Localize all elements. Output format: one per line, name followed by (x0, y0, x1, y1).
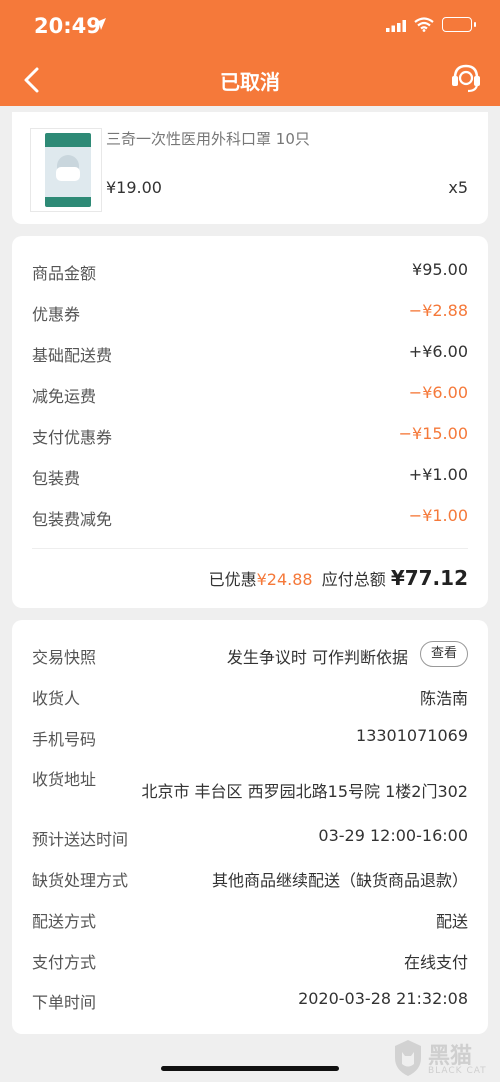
status-time: 20:49 (34, 14, 101, 38)
divider (32, 548, 468, 549)
fee-row-coupon: 优惠券 −¥2.88 (32, 301, 468, 325)
header: 20:49 已取消 (0, 0, 500, 106)
eta-label: 预计送达时间 (32, 830, 129, 849)
location-arrow-icon (94, 18, 106, 30)
fee-label: 包装费减免 (32, 510, 113, 529)
fee-value: +¥1.00 (408, 465, 468, 484)
fee-row-base-delivery: 基础配送费 +¥6.00 (32, 342, 468, 366)
payment-value: 在线支付 (403, 953, 468, 972)
stockout-row: 缺货处理方式 其他商品继续配送（缺货商品退款） (32, 867, 468, 891)
fee-row-goods-amount: 商品金额 ¥95.00 (32, 260, 468, 284)
phone-value[interactable]: 13301071069 (356, 726, 468, 745)
fee-label: 基础配送费 (32, 346, 113, 365)
snapshot-hint: 发生争议时 可作判断依据 (226, 648, 408, 667)
payable-total: ¥77.12 (390, 566, 468, 590)
discount-value: ¥24.88 (256, 570, 313, 589)
product-thumbnail[interactable] (30, 128, 102, 212)
snapshot-row: 交易快照 发生争议时 可作判断依据 查看 (32, 641, 468, 668)
order-time-row: 下单时间 2020-03-28 21:32:08 (32, 989, 468, 1013)
recipient-row: 收货人 陈浩南 (32, 685, 468, 709)
wifi-icon (414, 17, 434, 32)
fee-value: −¥15.00 (398, 424, 468, 443)
fee-row-shipping-waiver: 减免运费 −¥6.00 (32, 383, 468, 407)
fee-value: −¥6.00 (408, 383, 468, 402)
fee-summary-card: 商品金额 ¥95.00 优惠券 −¥2.88 基础配送费 +¥6.00 减免运费… (12, 236, 488, 608)
view-snapshot-button[interactable]: 查看 (420, 641, 468, 667)
watermark: 黑猫 BLACK CAT (388, 1038, 500, 1082)
fee-label: 商品金额 (32, 264, 97, 283)
delivery-row: 配送方式 配送 (32, 908, 468, 932)
fee-value: −¥2.88 (408, 301, 468, 320)
status-bar: 20:49 (0, 0, 500, 52)
phone-label: 手机号码 (32, 730, 97, 749)
stockout-value: 其他商品继续配送（缺货商品退款） (211, 871, 468, 890)
fee-label: 减免运费 (32, 387, 97, 406)
payment-row: 支付方式 在线支付 (32, 949, 468, 973)
discount-label: 已优惠 (208, 570, 257, 589)
eta-row: 预计送达时间 03-29 12:00-16:00 (32, 826, 468, 850)
fee-value: −¥1.00 (408, 506, 468, 525)
delivery-value: 配送 (435, 912, 468, 931)
payment-label: 支付方式 (32, 953, 97, 972)
fee-row-payment-coupon: 支付优惠券 −¥15.00 (32, 424, 468, 448)
phone-row: 手机号码 13301071069 (32, 726, 468, 750)
fee-value: ¥95.00 (412, 260, 468, 279)
fee-value: +¥6.00 (408, 342, 468, 361)
recipient-label: 收货人 (32, 689, 81, 708)
order-time-value: 2020-03-28 21:32:08 (298, 989, 468, 1008)
battery-icon (442, 17, 476, 32)
address-row: 收货地址 北京市 丰台区 西罗园北路15号院 1楼2门302 (32, 766, 468, 801)
product-name[interactable]: 三奇一次性医用外科口罩 10只 (106, 128, 310, 149)
order-time-label: 下单时间 (32, 993, 97, 1012)
customer-service-icon[interactable] (448, 60, 484, 96)
black-cat-logo-icon (395, 1040, 421, 1076)
product-quantity: x5 (448, 178, 468, 197)
fee-row-packaging-waiver: 包装费减免 −¥1.00 (32, 506, 468, 530)
fee-row-packaging: 包装费 +¥1.00 (32, 465, 468, 489)
address-value: 北京市 丰台区 西罗园北路15号院 1楼2门302 (141, 782, 468, 801)
signal-icon (386, 20, 406, 32)
fee-label: 支付优惠券 (32, 428, 113, 447)
fee-label: 包装费 (32, 469, 81, 488)
snapshot-label: 交易快照 (32, 648, 97, 667)
eta-value: 03-29 12:00-16:00 (318, 826, 468, 845)
mask-package-image (45, 133, 91, 207)
fee-label: 优惠券 (32, 305, 81, 324)
page-title: 已取消 (220, 70, 280, 94)
order-info-card: 交易快照 发生争议时 可作判断依据 查看 收货人 陈浩南 手机号码 133010… (12, 620, 488, 1034)
order-totals: 已优惠¥24.88 应付总额 ¥77.12 (209, 566, 468, 590)
watermark-en: BLACK CAT (428, 1066, 487, 1076)
recipient-value: 陈浩南 (419, 689, 468, 708)
delivery-label: 配送方式 (32, 912, 97, 931)
payable-label: 应付总额 (321, 570, 386, 589)
home-indicator[interactable] (161, 1066, 339, 1071)
stockout-label: 缺货处理方式 (32, 871, 129, 890)
product-price: ¥19.00 (106, 178, 162, 197)
address-label: 收货地址 (32, 770, 97, 789)
